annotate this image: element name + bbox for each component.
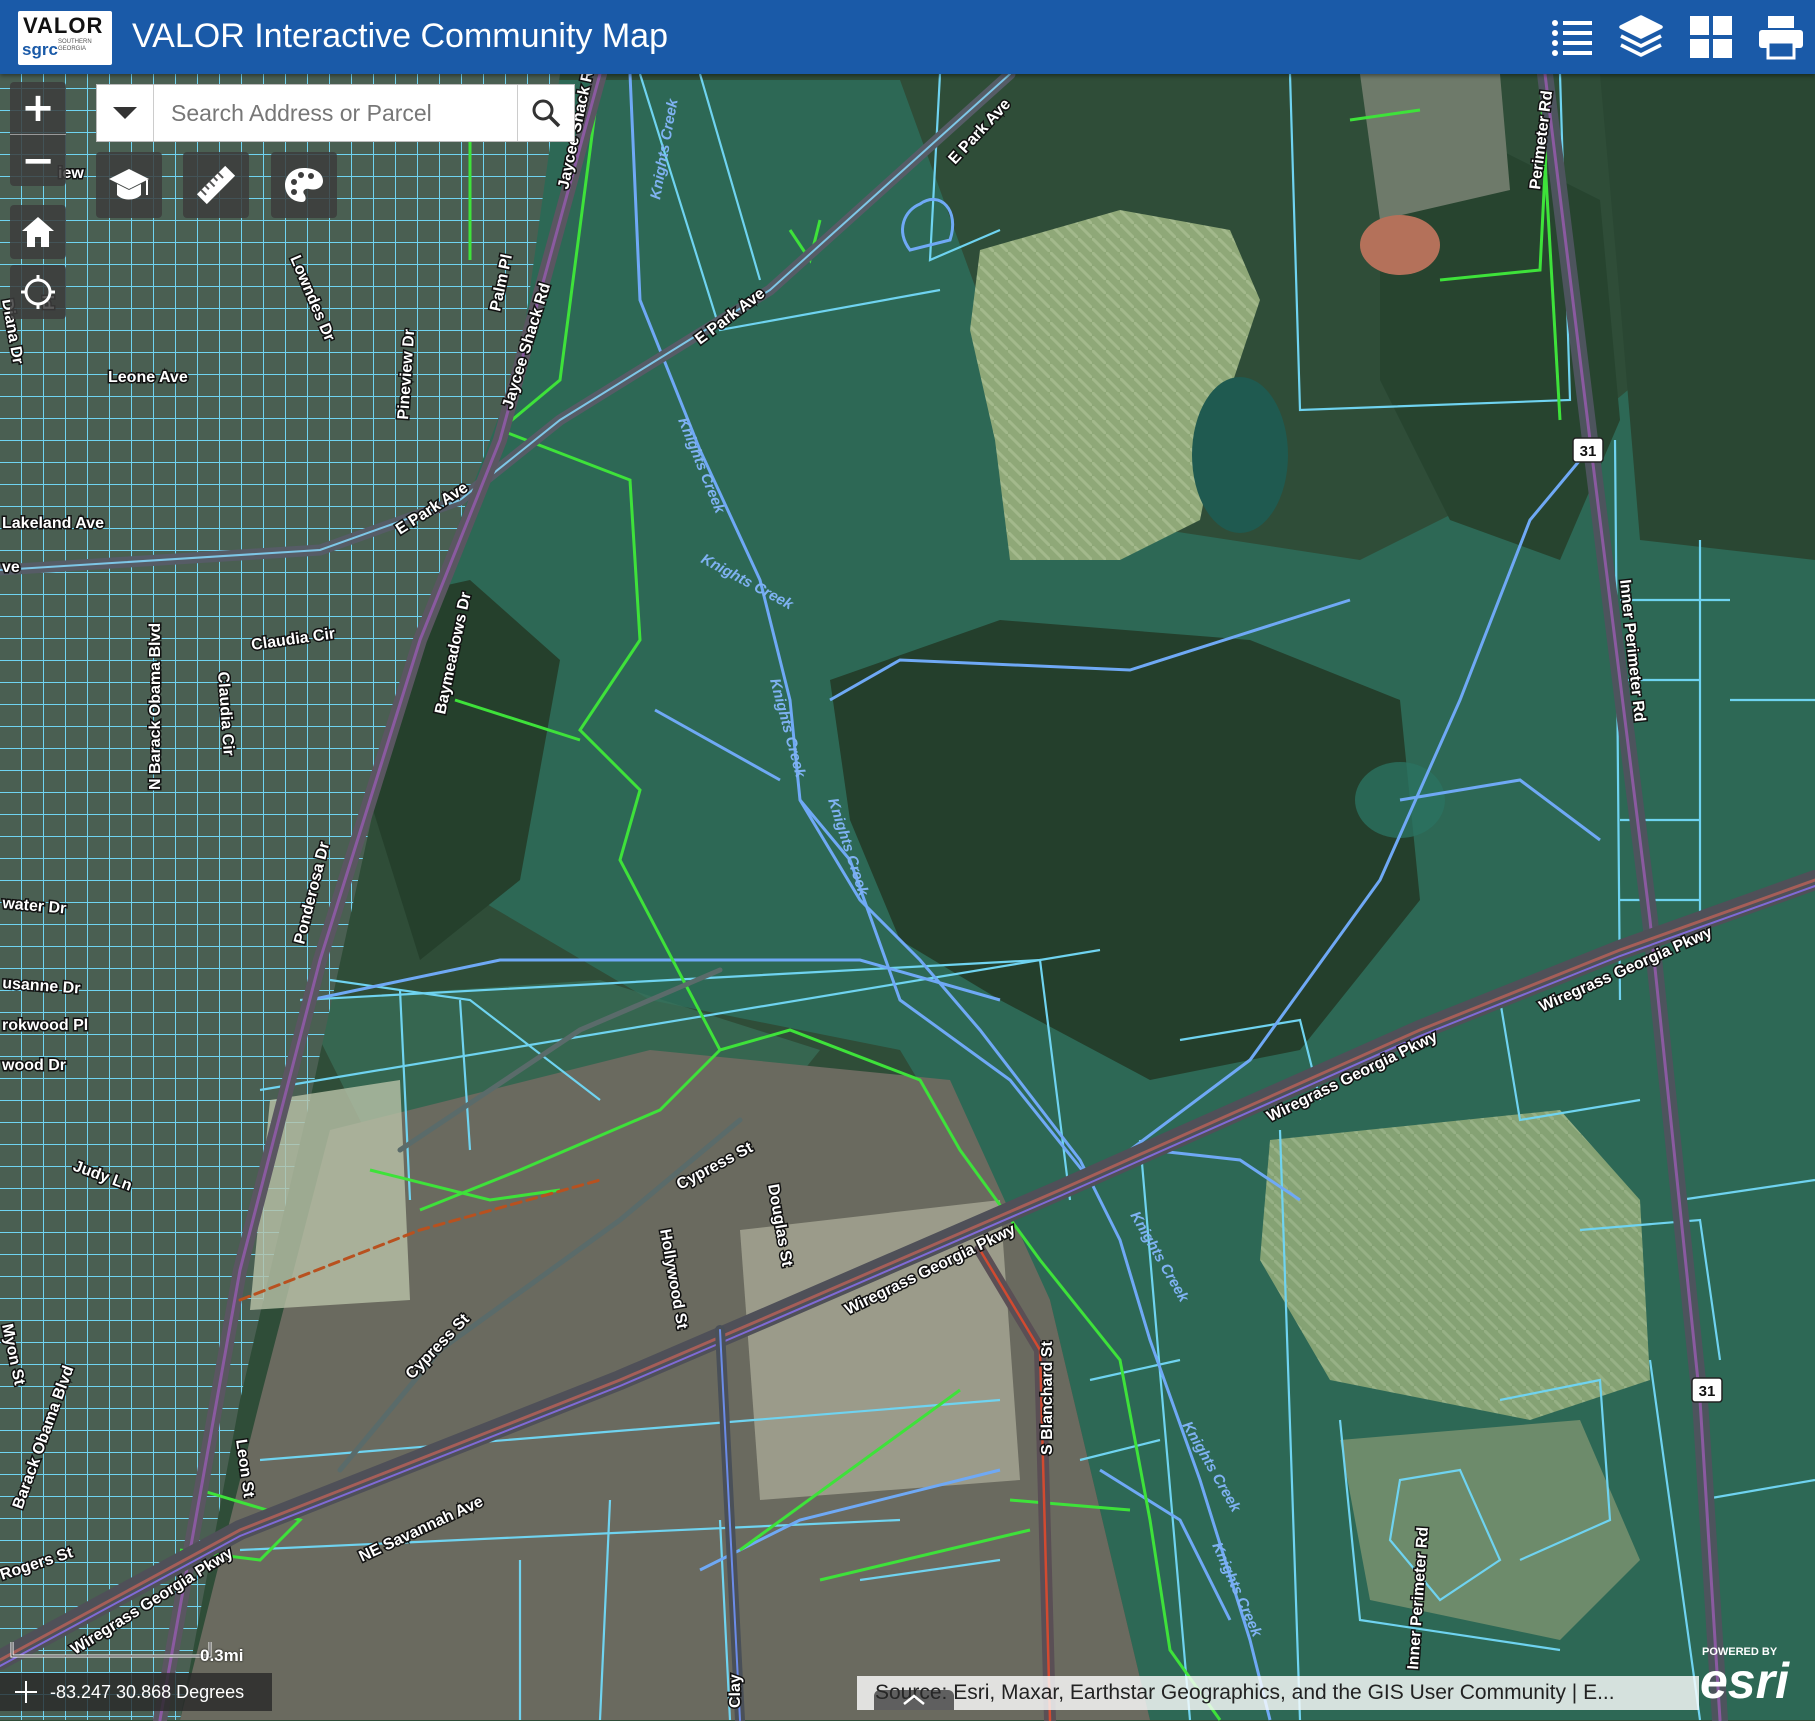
label-leone-ave: Leone Ave [108, 369, 188, 386]
app-title: VALOR Interactive Community Map [132, 17, 668, 55]
print-icon [1759, 16, 1803, 60]
zoom-out-button[interactable]: − [10, 134, 66, 187]
route-31-shield-north: 31 [1580, 443, 1597, 460]
logo-sub: sgrc [22, 40, 58, 59]
search-widget [96, 84, 575, 142]
locate-icon [21, 275, 55, 309]
attribution-bar[interactable]: Source: Esri, Maxar, Earthstar Geographi… [857, 1676, 1699, 1710]
home-button[interactable] [10, 205, 66, 259]
label-brookwood-pl: rokwood Pl [2, 1017, 88, 1034]
basemap-gallery-button[interactable] [1686, 12, 1736, 62]
label-fragment-ve: ve [2, 559, 20, 576]
coordinate-display[interactable]: -83.247 30.868 Degrees [0, 1673, 272, 1711]
basemap-gallery-icon [1690, 16, 1732, 58]
search-input[interactable] [157, 93, 535, 133]
scale-bar [10, 1642, 212, 1658]
ruler-icon [196, 165, 236, 205]
education-cap-icon [109, 169, 149, 200]
home-icon [22, 217, 54, 247]
chevron-up-icon [903, 1694, 925, 1705]
logo-text: VALOR [23, 13, 104, 38]
coordinate-text: -83.247 30.868 Degrees [50, 1681, 245, 1702]
label-s-blanchard-st: S Blanchard St [1039, 1341, 1056, 1455]
symbology-tool-button[interactable] [271, 152, 337, 218]
route-31-shield-south: 31 [1699, 1383, 1716, 1400]
zoom-in-button[interactable]: + [10, 82, 66, 134]
attribution-toggle[interactable] [874, 1690, 954, 1710]
crosshair-icon [15, 1681, 37, 1703]
label-wood-dr: wood Dr [1, 1057, 66, 1074]
locate-button[interactable] [10, 265, 66, 319]
legend-button[interactable] [1546, 12, 1596, 62]
measure-tool-button[interactable] [183, 152, 249, 218]
app-header: VALOR sgrc SOUTHERN GEORGIA VALOR Intera… [0, 0, 1815, 74]
caret-down-icon [113, 107, 137, 119]
search-icon [532, 99, 561, 128]
zoom-control: + − [10, 82, 66, 186]
valor-logo: VALOR sgrc SOUTHERN GEORGIA [18, 11, 112, 65]
education-tool-button[interactable] [96, 152, 162, 218]
label-clay: Clay [727, 1674, 744, 1708]
label-obama-blvd-north: N Barack Obama Blvd [147, 623, 164, 790]
logo-small-text: SOUTHERN GEORGIA [58, 39, 92, 52]
label-lakeland-ave: Lakeland Ave [2, 515, 104, 532]
palette-icon [285, 168, 323, 202]
search-button[interactable] [517, 85, 574, 141]
legend-icon [1552, 20, 1592, 56]
esri-wordmark: esri [1700, 1653, 1789, 1709]
layers-button[interactable] [1616, 12, 1666, 62]
scale-label: 0.3mi [200, 1646, 244, 1665]
satellite-basemap: 31 31 Jaycee Shack Rd Jaycee Shack Rd E … [0, 74, 1815, 1721]
layers-icon [1619, 15, 1663, 57]
print-button[interactable] [1756, 12, 1806, 62]
map-view[interactable]: 31 31 Jaycee Shack Rd Jaycee Shack Rd E … [0, 74, 1815, 1721]
search-source-dropdown[interactable] [97, 85, 154, 141]
